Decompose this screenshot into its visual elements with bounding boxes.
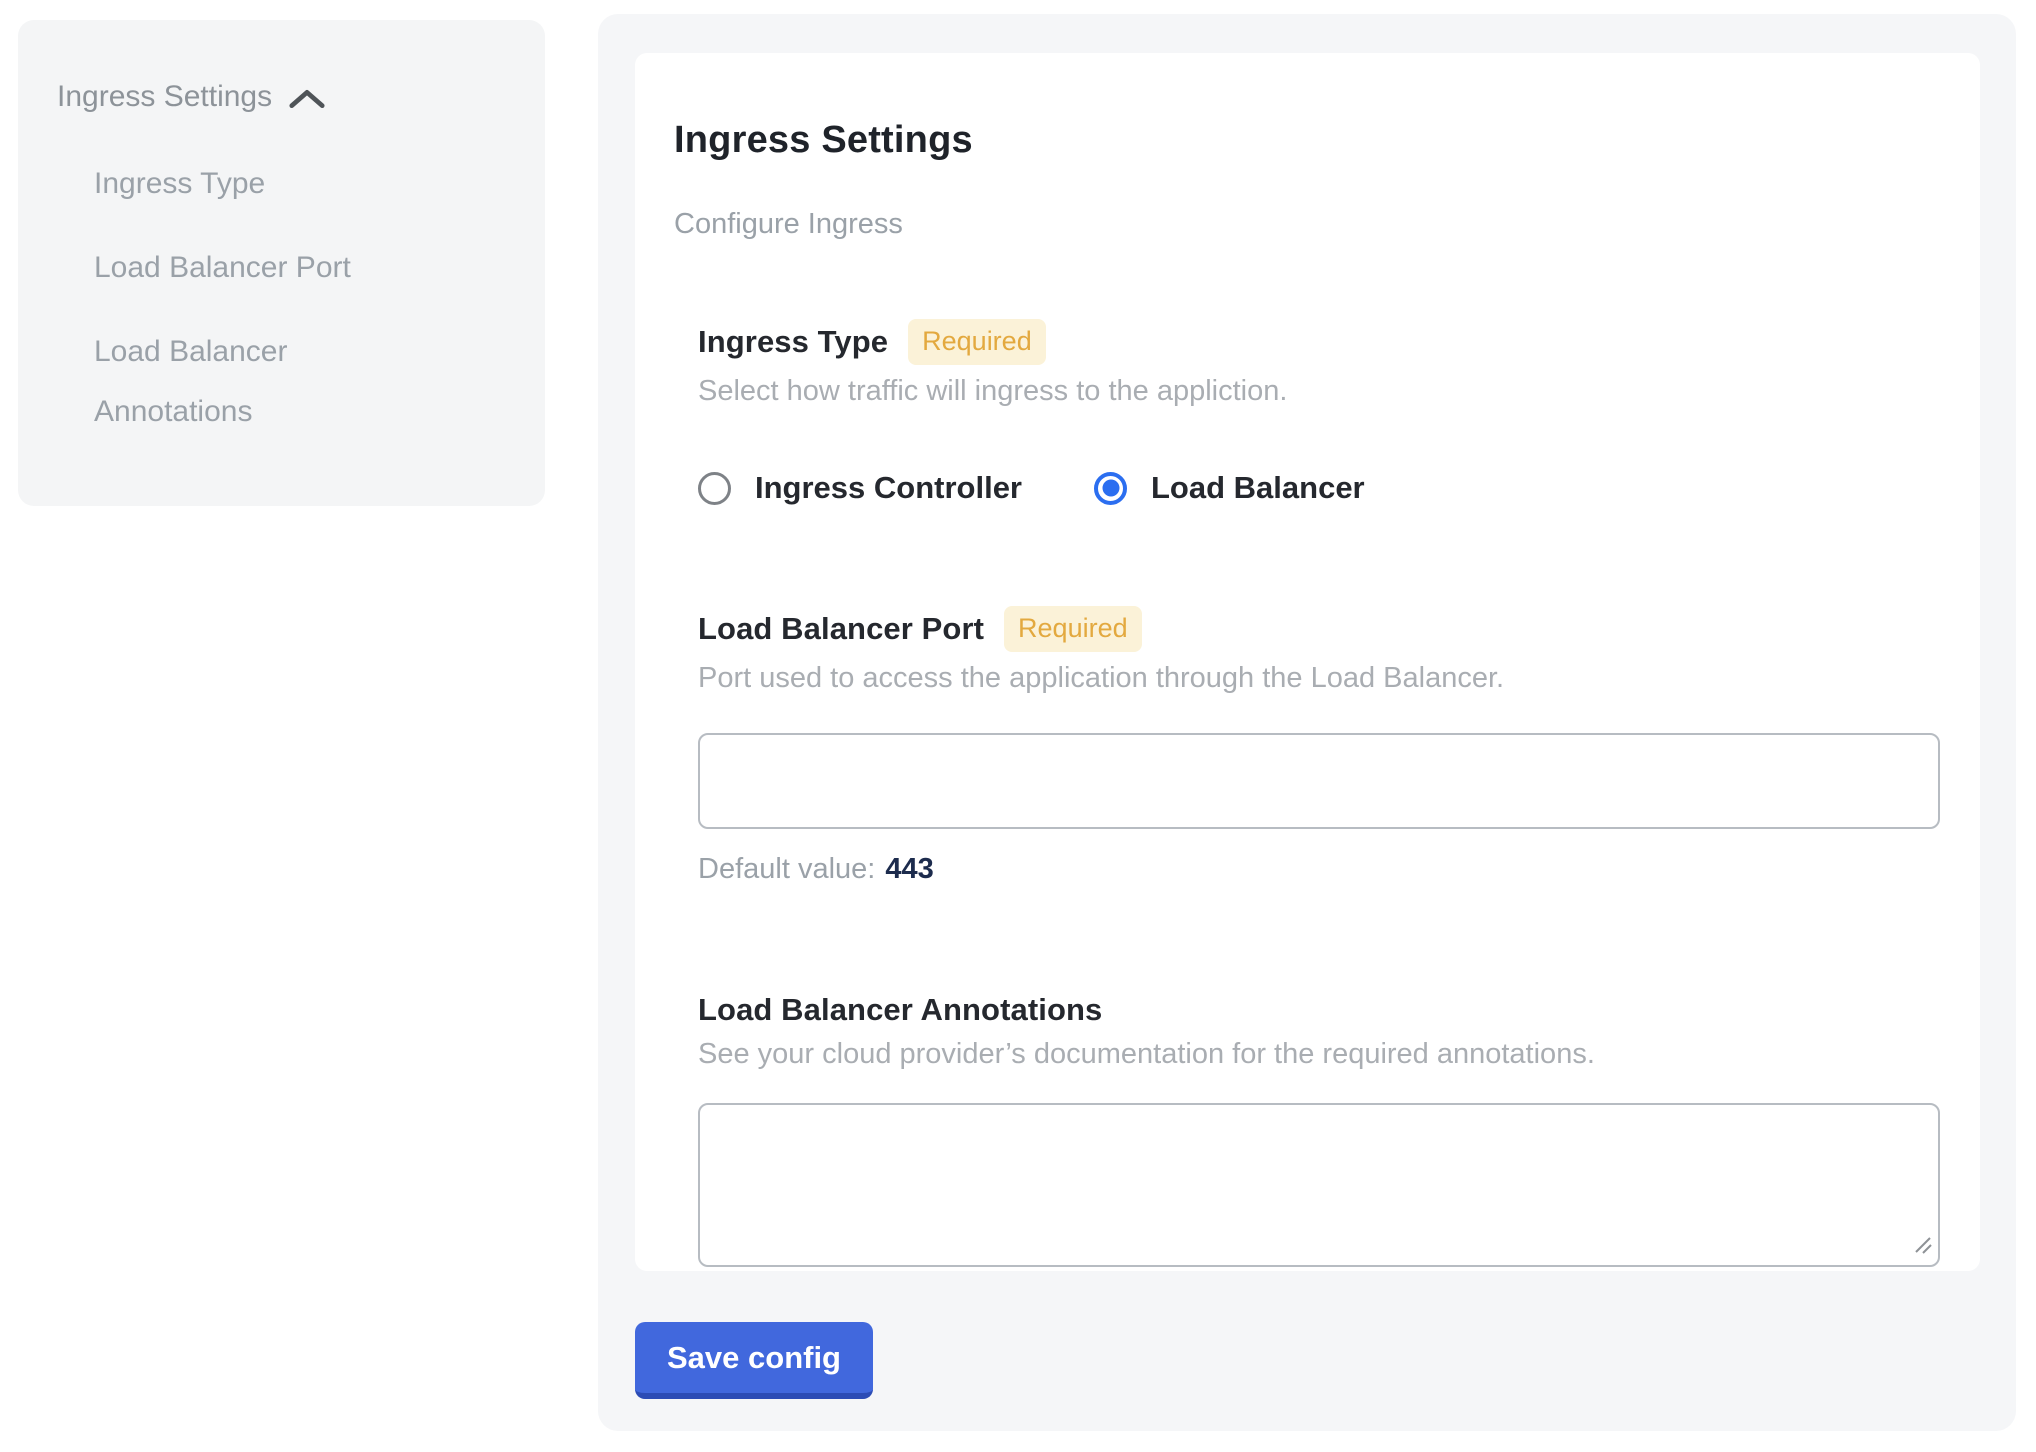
sidebar-group-ingress-settings[interactable]: Ingress Settings	[57, 80, 525, 114]
radio-unchecked-icon[interactable]	[698, 472, 731, 505]
section-description: See your cloud provider’s documentation …	[698, 1038, 1940, 1071]
default-value-line: Default value: 443	[698, 853, 1940, 886]
load-balancer-port-input[interactable]	[698, 733, 1940, 829]
radio-option-load-balancer[interactable]: Load Balancer	[1094, 470, 1365, 506]
required-badge: Required	[908, 319, 1046, 365]
section-description: Select how traffic will ingress to the a…	[698, 375, 1940, 408]
sidebar-group-label: Ingress Settings	[57, 80, 272, 114]
save-config-button[interactable]: Save config	[635, 1322, 873, 1399]
section-heading: Ingress Type	[698, 324, 888, 360]
section-heading: Load Balancer Port	[698, 611, 984, 647]
settings-sidebar: Ingress Settings Ingress Type Load Balan…	[18, 20, 545, 506]
section-load-balancer-port: Load Balancer Port Required Port used to…	[698, 606, 1940, 886]
main-panel: Ingress Settings Configure Ingress Ingre…	[598, 14, 2016, 1431]
default-value-label: Default value:	[698, 853, 875, 885]
sidebar-item-list: Ingress Type Load Balancer Port Load Bal…	[94, 154, 525, 442]
sidebar-item-load-balancer-annotations[interactable]: Load Balancer Annotations	[94, 322, 394, 442]
ingress-settings-card: Ingress Settings Configure Ingress Ingre…	[635, 53, 1980, 1271]
page-title: Ingress Settings	[674, 119, 1940, 162]
section-heading: Load Balancer Annotations	[698, 992, 1102, 1028]
default-value: 443	[885, 853, 933, 885]
radio-label: Ingress Controller	[755, 470, 1022, 506]
sidebar-item-ingress-type[interactable]: Ingress Type	[94, 154, 394, 214]
section-description: Port used to access the application thro…	[698, 662, 1940, 695]
load-balancer-annotations-textarea[interactable]	[698, 1103, 1940, 1267]
page-subtitle: Configure Ingress	[674, 208, 1940, 241]
radio-label: Load Balancer	[1151, 470, 1365, 506]
radio-checked-icon[interactable]	[1094, 472, 1127, 505]
ingress-type-radio-group: Ingress Controller Load Balancer	[698, 470, 1940, 506]
section-ingress-type: Ingress Type Required Select how traffic…	[698, 319, 1940, 506]
section-load-balancer-annotations: Load Balancer Annotations See your cloud…	[698, 992, 1940, 1267]
radio-option-ingress-controller[interactable]: Ingress Controller	[698, 470, 1022, 506]
required-badge: Required	[1004, 606, 1142, 652]
sidebar-item-load-balancer-port[interactable]: Load Balancer Port	[94, 238, 394, 298]
chevron-up-icon	[288, 86, 326, 112]
